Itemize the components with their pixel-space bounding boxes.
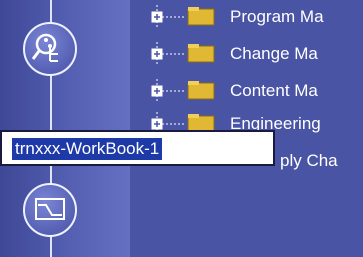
tree-item-label: Program Ma	[230, 7, 324, 26]
tree-item-label: Change Ma	[230, 44, 318, 63]
compare-graph-icon	[35, 198, 65, 220]
tree-item-label: Content Ma	[230, 81, 318, 100]
expand-icon	[151, 11, 163, 23]
rename-input-value[interactable]: trnxxx-WorkBook-1	[12, 138, 163, 160]
folder-icon	[187, 81, 215, 100]
expand-icon	[151, 48, 163, 60]
tree-item[interactable]: Change Ma	[130, 42, 363, 66]
folder-icon	[187, 7, 215, 26]
expand-icon	[151, 85, 163, 97]
compare-graph-button[interactable]	[23, 183, 77, 237]
expand-icon	[151, 118, 163, 130]
search-tree-button[interactable]	[23, 22, 77, 76]
search-tree-icon	[31, 33, 58, 62]
tree-item-label: ply Cha	[280, 151, 338, 170]
folder-icon	[187, 44, 215, 63]
tree-item[interactable]: Program Ma	[130, 5, 363, 29]
rename-field[interactable]: trnxxx-WorkBook-1	[0, 130, 275, 166]
tree-item[interactable]: Content Ma	[130, 79, 363, 103]
left-rail	[0, 0, 130, 257]
folder-tree: Program Ma Change Ma Content Ma Engineer…	[130, 0, 363, 257]
